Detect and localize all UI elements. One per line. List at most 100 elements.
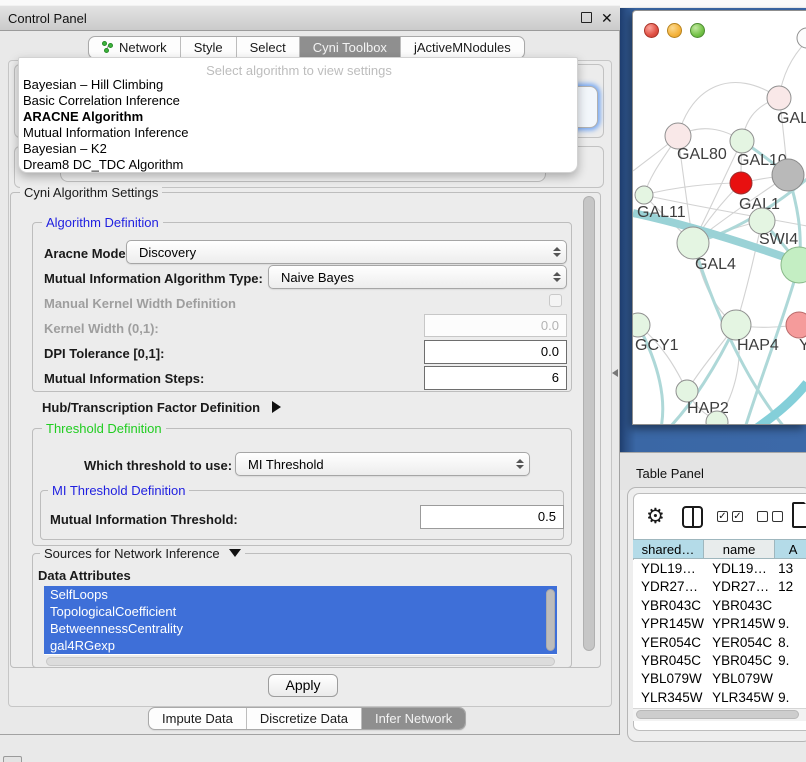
kernel-width-field: 0.0 (424, 314, 567, 337)
network-node-gal10[interactable] (730, 129, 754, 153)
zoom-window-icon[interactable] (690, 23, 705, 38)
tab-network[interactable]: Network (89, 37, 181, 58)
mi-threshold-field[interactable]: 0.5 (420, 505, 564, 529)
mi-type-label: Mutual Information Algorithm Type: (44, 271, 263, 286)
attribute-item[interactable]: gal4RGexp (44, 637, 557, 654)
sources-group-toggle[interactable]: Sources for Network Inference (40, 547, 245, 560)
table-cell: YER054C (704, 634, 775, 652)
manual-kernel-label: Manual Kernel Width Definition (44, 296, 236, 311)
tab-label: Infer Network (375, 708, 452, 729)
select-all-icon[interactable]: ✓✓ (717, 511, 743, 522)
table-cell: YLR345W (704, 689, 775, 707)
mi-type-combo[interactable]: Naive Bayes (268, 265, 567, 289)
algorithm-option[interactable]: Bayesian – Hill Climbing (23, 77, 163, 93)
attribute-list-hscrollbar[interactable] (46, 657, 555, 666)
network-edge[interactable] (678, 83, 779, 136)
which-threshold-label: Which threshold to use: (84, 458, 232, 473)
network-node[interactable] (797, 28, 806, 48)
algorithm-dropdown-popup: Select algorithm to view settings Bayesi… (18, 57, 578, 173)
aracne-mode-combo[interactable]: Discovery (126, 240, 567, 264)
minimized-panel-button[interactable] (3, 756, 22, 762)
tab-select[interactable]: Select (237, 37, 300, 58)
algorithm-option[interactable]: Mutual Information Inference (23, 125, 188, 141)
table-row[interactable]: YER054CYER054C8. (633, 634, 806, 652)
node-label: GAL80 (677, 146, 727, 163)
network-view-window[interactable]: GALGAL80GAL10GAL1GAL11SWI4GAL4GCY1HAP4YH… (632, 10, 806, 425)
attribute-item[interactable]: TopologicalCoefficient (44, 603, 557, 620)
table-row[interactable]: YBR043CYBR043C (633, 597, 806, 615)
attribute-item[interactable]: SelfLoops (44, 586, 557, 603)
tab-jactivemnodules[interactable]: jActiveMNodules (401, 37, 524, 58)
threshold-definition-title: Threshold Definition (42, 422, 166, 435)
collapse-down-icon (229, 549, 241, 557)
table-row[interactable]: YDR27…YDR27…12 (633, 578, 806, 596)
network-node-hap4[interactable] (721, 310, 751, 340)
split-pane-collapse-icon[interactable] (612, 369, 618, 377)
network-node-gal11[interactable] (635, 186, 653, 204)
mi-steps-field[interactable]: 6 (424, 366, 567, 390)
table-row[interactable]: YBR045CYBR045C9. (633, 652, 806, 670)
deselect-all-icon[interactable] (757, 511, 783, 522)
attribute-list-vscrollbar[interactable] (546, 589, 555, 651)
attribute-item[interactable]: BetweennessCentrality (44, 620, 557, 637)
table-cell: YDR27… (633, 578, 704, 596)
node-label: GAL11 (637, 204, 686, 221)
network-node-gal4[interactable] (677, 227, 709, 259)
apply-button[interactable]: Apply (268, 674, 338, 697)
table-cell: YBR045C (633, 652, 704, 670)
kernel-width-label: Kernel Width (0,1): (44, 321, 159, 336)
data-attributes-list[interactable]: SelfLoopsTopologicalCoefficientBetweenne… (44, 586, 557, 655)
minimize-window-icon[interactable] (667, 23, 682, 38)
algorithm-option[interactable]: Dream8 DC_TDC Algorithm (23, 157, 183, 173)
spinner-arrows-icon (548, 247, 566, 257)
dpi-tolerance-field[interactable]: 0.0 (424, 340, 567, 364)
close-icon[interactable]: ✕ (601, 10, 613, 27)
network-edge[interactable] (644, 183, 741, 195)
gear-icon[interactable]: ⚙ (646, 504, 665, 529)
table-row[interactable]: YPR145WYPR145W9. (633, 615, 806, 633)
table-row[interactable]: YDL19…YDL19…13 (633, 560, 806, 578)
network-node-y[interactable] (786, 312, 806, 338)
which-threshold-combo[interactable]: MI Threshold (235, 452, 530, 476)
node-label: GAL4 (695, 256, 736, 273)
network-edge[interactable] (757, 383, 806, 425)
table-row[interactable]: YLR345WYLR345W9. (633, 689, 806, 707)
network-node-gal1[interactable] (730, 172, 752, 194)
algorithm-option[interactable]: ARACNE Algorithm (23, 109, 143, 125)
table-row[interactable]: YBL079WYBL079W (633, 670, 806, 688)
columns-icon[interactable] (682, 506, 703, 528)
node-label: HAP4 (737, 337, 779, 354)
network-node[interactable] (772, 159, 804, 191)
panel-title: Control Panel (8, 11, 87, 26)
mi-threshold-label: Mutual Information Threshold: (50, 512, 238, 527)
algorithm-option[interactable]: Basic Correlation Inference (23, 93, 180, 109)
network-node-hap2[interactable] (676, 380, 698, 402)
table-hscrollbar[interactable] (636, 710, 799, 719)
algorithm-option[interactable]: Bayesian – K2 (23, 141, 107, 157)
network-node-gal[interactable] (767, 86, 791, 110)
tab-discretize-data[interactable]: Discretize Data (247, 708, 362, 729)
export-table-icon[interactable] (792, 502, 806, 528)
network-node[interactable] (781, 247, 806, 283)
node-label: Y (799, 337, 806, 354)
table-cell: YDL19… (633, 560, 704, 578)
settings-scrollbar[interactable] (583, 196, 595, 651)
manual-kernel-checkbox[interactable] (549, 294, 562, 307)
column-header-1[interactable]: shared… (633, 540, 704, 558)
float-panel-icon[interactable] (581, 12, 592, 23)
tab-infer-network[interactable]: Infer Network (362, 708, 465, 729)
node-label: GCY1 (635, 337, 679, 354)
close-window-icon[interactable] (644, 23, 659, 38)
tab-style[interactable]: Style (181, 37, 237, 58)
column-header-3[interactable]: A (775, 540, 806, 558)
tab-impute-data[interactable]: Impute Data (149, 708, 247, 729)
hub-definition-toggle[interactable]: Hub/Transcription Factor Definition (42, 400, 281, 415)
hub-definition-label: Hub/Transcription Factor Definition (42, 400, 260, 415)
mi-steps-label: Mutual Information Steps: (44, 371, 204, 386)
tab-cyni-toolbox[interactable]: Cyni Toolbox (300, 37, 401, 58)
table-body: YDL19…YDL19…13YDR27…YDR27…12YBR043CYBR04… (633, 560, 806, 708)
column-header-2[interactable]: name (704, 540, 775, 558)
table-cell: YBR043C (633, 597, 704, 615)
expand-right-icon (272, 401, 281, 413)
network-canvas[interactable]: GALGAL80GAL10GAL1GAL11SWI4GAL4GCY1HAP4YH… (633, 11, 806, 425)
